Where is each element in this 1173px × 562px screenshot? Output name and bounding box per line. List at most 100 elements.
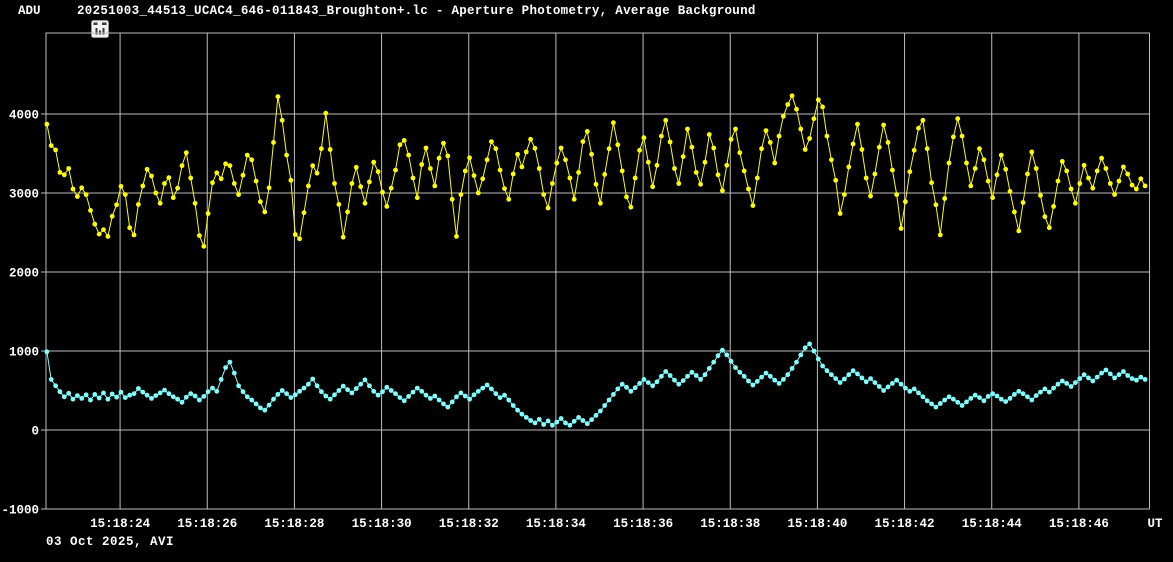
data-point — [541, 192, 546, 197]
data-point — [568, 176, 573, 181]
data-point — [1056, 179, 1061, 184]
data-point — [236, 383, 241, 388]
data-point — [620, 169, 625, 174]
data-point — [480, 386, 485, 391]
data-point — [1012, 392, 1017, 397]
data-point — [1043, 387, 1048, 392]
data-point — [463, 394, 468, 399]
data-point — [184, 395, 189, 400]
data-point — [219, 176, 224, 181]
data-point — [302, 386, 307, 391]
data-point — [629, 389, 634, 394]
data-point — [947, 394, 952, 399]
data-point — [171, 394, 176, 399]
data-point — [982, 157, 987, 162]
data-point — [289, 395, 294, 400]
data-point — [1038, 193, 1043, 198]
data-point — [101, 227, 106, 232]
data-point — [315, 171, 320, 176]
data-point — [241, 389, 246, 394]
data-point — [624, 195, 629, 200]
data-point — [1143, 377, 1148, 382]
data-point — [707, 132, 712, 137]
data-point — [903, 199, 908, 204]
data-point — [280, 388, 285, 393]
data-point — [1003, 399, 1008, 404]
data-point — [1082, 372, 1087, 377]
data-point — [1130, 376, 1135, 381]
data-point — [1138, 375, 1143, 380]
data-point — [568, 423, 573, 428]
data-point — [873, 172, 878, 177]
data-point — [384, 204, 389, 209]
data-point — [685, 374, 690, 379]
data-point — [520, 412, 525, 417]
data-point — [328, 147, 333, 152]
data-point — [768, 374, 773, 379]
data-point — [1077, 181, 1082, 186]
data-point — [960, 134, 965, 139]
data-point — [402, 138, 407, 143]
data-point — [1008, 189, 1013, 194]
data-point — [877, 384, 882, 389]
data-point — [1090, 379, 1095, 384]
data-point — [916, 391, 921, 396]
series-target-star-yellow — [45, 93, 1148, 248]
data-point — [995, 172, 1000, 177]
data-point — [1108, 372, 1113, 377]
data-point — [88, 398, 93, 403]
data-point — [1029, 398, 1034, 403]
data-point — [851, 368, 856, 373]
data-point — [132, 233, 137, 238]
data-point — [110, 214, 115, 219]
data-point — [101, 391, 106, 396]
data-point — [803, 147, 808, 152]
data-point — [328, 397, 333, 402]
data-point — [66, 391, 71, 396]
data-point — [293, 392, 298, 397]
data-point — [964, 400, 969, 405]
data-point — [1090, 186, 1095, 191]
data-point — [550, 423, 555, 428]
data-point — [158, 391, 163, 396]
data-point — [986, 179, 991, 184]
data-point — [149, 396, 154, 401]
data-point — [637, 381, 642, 386]
data-point — [737, 370, 742, 375]
series-line — [47, 96, 1145, 247]
data-point — [167, 175, 172, 180]
data-point — [572, 197, 577, 202]
data-point — [315, 383, 320, 388]
data-point — [337, 202, 342, 207]
data-point — [445, 405, 450, 410]
x-tick-label: 15:18:42 — [875, 517, 935, 531]
data-point — [472, 173, 477, 178]
data-point — [97, 232, 102, 237]
data-point — [903, 386, 908, 391]
data-point — [354, 386, 359, 391]
data-point — [502, 186, 507, 191]
data-point — [829, 372, 834, 377]
data-point — [1099, 156, 1104, 161]
data-point — [1112, 376, 1117, 381]
data-point — [84, 192, 89, 197]
data-point — [550, 181, 555, 186]
data-point — [293, 232, 298, 237]
data-point — [951, 135, 956, 140]
x-tick-label: 15:18:40 — [787, 517, 847, 531]
data-point — [829, 157, 834, 162]
data-point — [1016, 229, 1021, 234]
data-point — [262, 210, 267, 215]
data-point — [140, 390, 145, 395]
data-point — [650, 383, 655, 388]
light-curve-plot[interactable]: 40003000200010000-100015:18:2415:18:2615… — [0, 0, 1173, 562]
data-point — [188, 391, 193, 396]
data-point — [71, 397, 76, 402]
data-point — [960, 403, 965, 408]
data-point — [515, 152, 520, 157]
data-point — [476, 389, 481, 394]
data-point — [206, 211, 211, 216]
data-point — [389, 388, 394, 393]
data-point — [615, 142, 620, 147]
data-point — [1138, 176, 1143, 181]
